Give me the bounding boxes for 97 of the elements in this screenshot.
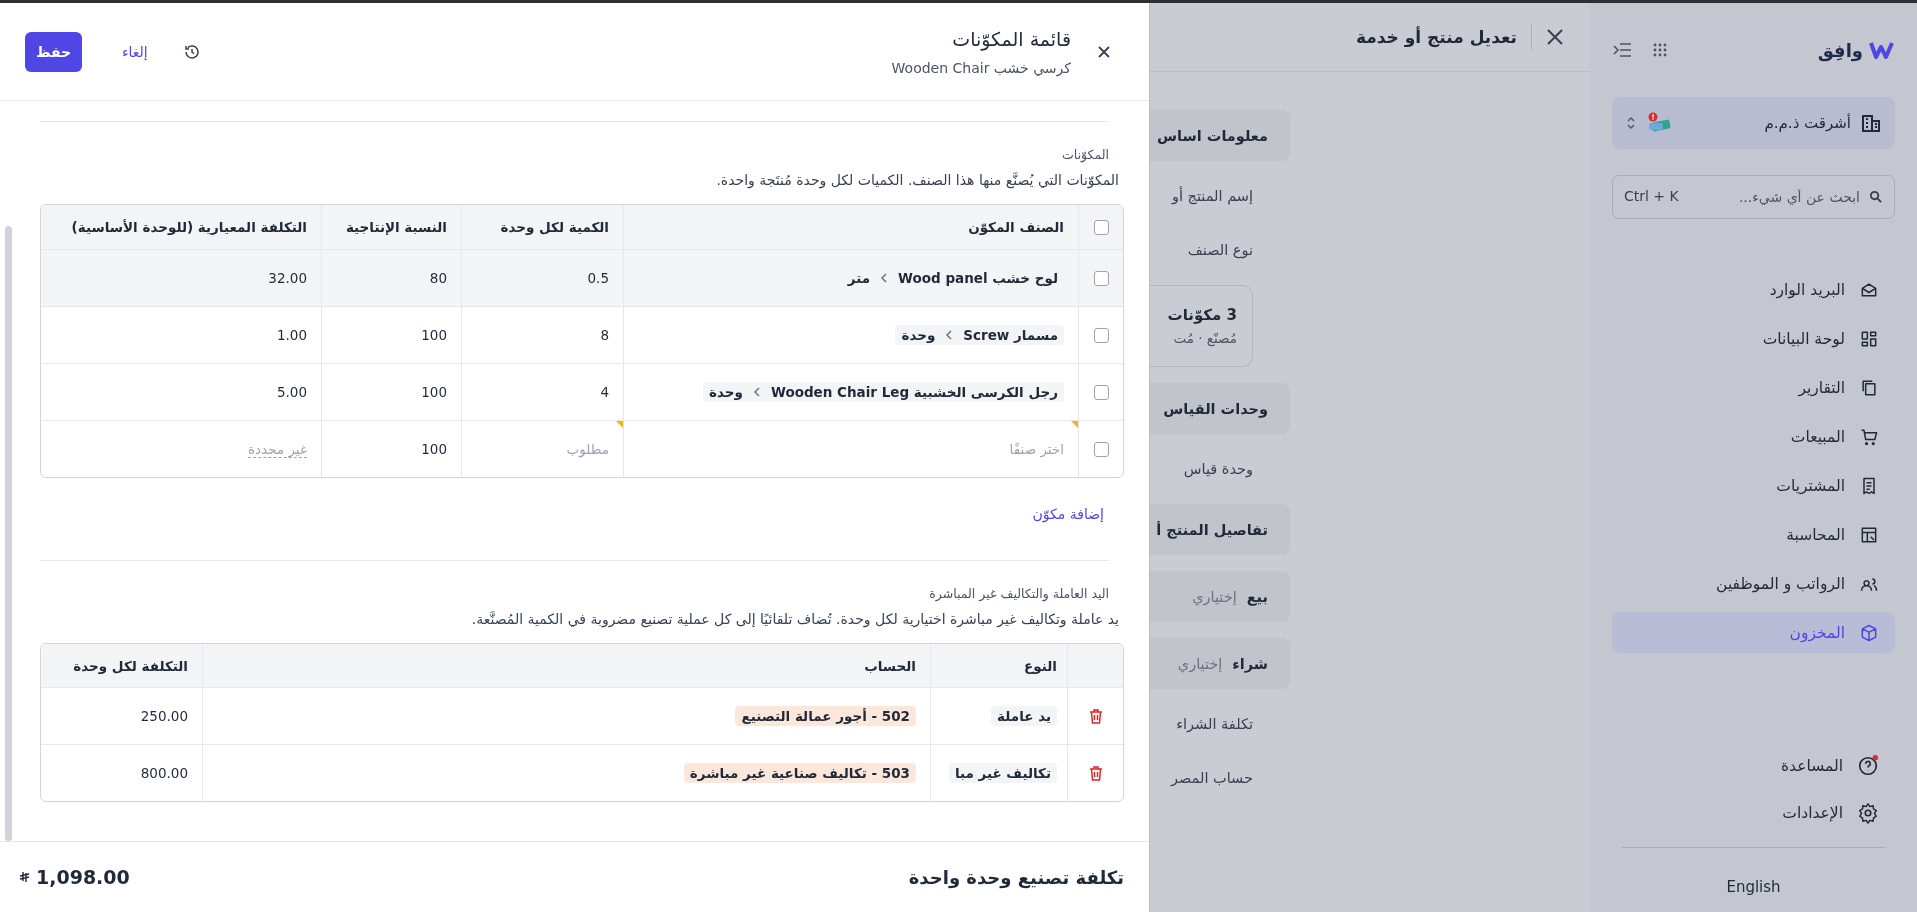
drawer-title: قائمة المكوّنات <box>951 27 1071 50</box>
delete-icon[interactable] <box>1088 708 1103 724</box>
company-switcher[interactable]: أشرقت ذ.م.م <box>1612 97 1895 149</box>
table-cell[interactable]: 1.00 <box>41 307 321 363</box>
chevron-updown-icon <box>1626 115 1636 131</box>
nav-item[interactable]: التقارير <box>1612 367 1895 408</box>
table-cell[interactable]: 100 <box>321 421 461 477</box>
field-label: نوع الصنف <box>1186 241 1254 261</box>
table-cell[interactable]: 5.00 <box>41 364 321 420</box>
total-label: تكلفة تصنيع وحدة واحدة <box>908 866 1124 888</box>
chevron-icon <box>752 387 761 397</box>
table-cell[interactable]: 0.5 <box>461 250 623 306</box>
add-component-link[interactable]: إضافة مكوّن <box>40 506 1104 522</box>
table-cell[interactable]: 4 <box>461 364 623 420</box>
breadcrumb-part: وحدة <box>709 384 743 400</box>
option-row[interactable]: بيع إختياري <box>1150 571 1290 622</box>
breadcrumb-part: رجل الكرسى الخشبية Wooden Chair Leg <box>770 384 1058 400</box>
breadcrumb-part: متر <box>847 270 871 286</box>
nav-item[interactable]: لوحة البيانات <box>1612 318 1895 359</box>
checkbox[interactable] <box>1093 327 1109 343</box>
nav-item[interactable]: الرواتب و الموظفين <box>1612 563 1895 604</box>
nav-item[interactable]: المساعدة <box>1612 745 1895 786</box>
breadcrumb-part: وحدة <box>901 327 936 343</box>
shortcut-hint: Ctrl + K <box>1624 188 1679 204</box>
checkbox[interactable] <box>1093 441 1109 457</box>
nav-item[interactable]: المشتريات <box>1612 465 1895 506</box>
help-icon <box>1857 754 1879 777</box>
field-label: حساب المصر <box>1169 769 1254 788</box>
table-cell[interactable]: 80 <box>321 250 461 306</box>
section-description: المكوّنات التي يُصنَّع منها هذا الصنف. الكميات لكل وحدة مُنتَجة واحدة. <box>715 172 1119 188</box>
checkbox[interactable] <box>1093 384 1109 400</box>
option-value: إختياري <box>1177 655 1223 672</box>
section-heading: المكوّنات <box>1061 147 1109 162</box>
panel-title: تعديل منتج أو خدمة <box>1355 27 1517 47</box>
table-cell[interactable]: 32.00 <box>41 250 321 306</box>
settings-icon <box>1857 801 1879 824</box>
cancel-link[interactable]: إلغاء <box>122 43 148 60</box>
nav-item[interactable]: الإعدادات <box>1612 792 1895 833</box>
option-label: بيع <box>1246 588 1268 605</box>
search-icon <box>1869 190 1882 203</box>
apps-grid-icon[interactable] <box>1652 42 1668 58</box>
nav-item[interactable]: المحاسبة <box>1612 514 1895 555</box>
required-marker <box>616 421 623 428</box>
breadcrumb-part: لوح خشب Wood panel <box>898 270 1058 286</box>
drawer-subtitle: كرسي خشب Wooden Chair <box>891 59 1071 76</box>
components-card[interactable]: 3 مكوّنات مُصنّع · مُت <box>1150 285 1253 367</box>
save-button[interactable]: حفظ <box>25 31 82 72</box>
field-label: إسم المنتج أو <box>1170 185 1254 207</box>
account-chip[interactable]: 502 - أجور عمالة التصنيع <box>735 706 916 726</box>
table-cell[interactable]: 8 <box>461 307 623 363</box>
checkbox[interactable] <box>1093 270 1109 286</box>
nav-icon <box>1859 622 1879 643</box>
table-cell[interactable]: 250.00 <box>41 688 202 744</box>
section-header[interactable]: تفاصيل المنتج أ <box>1150 504 1290 555</box>
close-icon[interactable] <box>1546 28 1564 46</box>
scrollbar[interactable] <box>5 226 12 841</box>
close-icon[interactable] <box>1097 44 1111 59</box>
currency-sign-icon <box>20 871 30 883</box>
company-name: أشرقت ذ.م.م <box>1764 114 1851 132</box>
delete-icon[interactable] <box>1088 765 1103 781</box>
card-title: 3 مكوّنات <box>1166 306 1237 324</box>
section-header[interactable]: معلومات اساس <box>1150 110 1290 161</box>
option-value: إختياري <box>1192 588 1237 605</box>
building-icon <box>1861 113 1881 133</box>
item-chip[interactable]: رجل الكرسى الخشبية Wooden Chair Leg وحدة <box>703 382 1064 402</box>
logo-mark-icon <box>1869 40 1895 60</box>
table-cell[interactable]: 100 <box>321 364 461 420</box>
table-cell[interactable]: 100 <box>321 307 461 363</box>
collapse-menu-icon[interactable] <box>1612 42 1632 58</box>
cost-undefined: غير محددة <box>248 440 307 458</box>
option-row[interactable]: شراء إختياري <box>1150 638 1290 689</box>
column-header: الحساب <box>202 644 930 687</box>
logo-text: وافِق <box>1817 39 1863 61</box>
checkbox[interactable] <box>1093 219 1109 235</box>
language-link[interactable]: English <box>1612 878 1895 896</box>
table-cell[interactable]: 800.00 <box>41 745 202 801</box>
option-label: شراء <box>1232 655 1268 672</box>
nav-item[interactable]: البريد الوارد <box>1612 269 1895 310</box>
field-label: تكلفة الشراء <box>1175 715 1254 734</box>
breadcrumb-part: مسمار Screw <box>963 327 1058 343</box>
nav-item[interactable]: المبيعات <box>1612 416 1895 457</box>
chevron-icon <box>945 330 954 340</box>
section-description: يد عاملة وتكاليف غير مباشرة اختيارية لكل وحدة. تُضاف تلقائيًا إلى كل عملية تصنيع مضروبة في الكمية المُصنَّعة. <box>470 611 1119 627</box>
section-header[interactable]: وحدات القياس <box>1150 383 1290 434</box>
card-subtitle: مُصنّع · مُت <box>1172 330 1237 346</box>
account-chip[interactable]: 503 - تكاليف صناعية غير مباشرة <box>683 763 916 783</box>
section-heading: اليد العاملة والتكاليف غير المباشرة <box>928 586 1109 601</box>
type-chip[interactable]: تكاليف غير مبا <box>948 763 1057 783</box>
total-amount: 1,098.00 <box>36 866 130 888</box>
column-header: التكلفة لكل وحدة <box>72 656 189 676</box>
type-chip[interactable]: يد عاملة <box>991 706 1057 726</box>
history-icon[interactable] <box>182 42 201 61</box>
field-label: وحدة قياس <box>1182 460 1254 480</box>
chevron-icon <box>880 273 889 283</box>
column-header: النوع <box>930 644 1067 687</box>
item-chip[interactable]: مسمار Screw وحدة <box>895 325 1064 345</box>
column-header: التكلفة المعيارية (للوحدة الأساسية) <box>70 218 308 237</box>
